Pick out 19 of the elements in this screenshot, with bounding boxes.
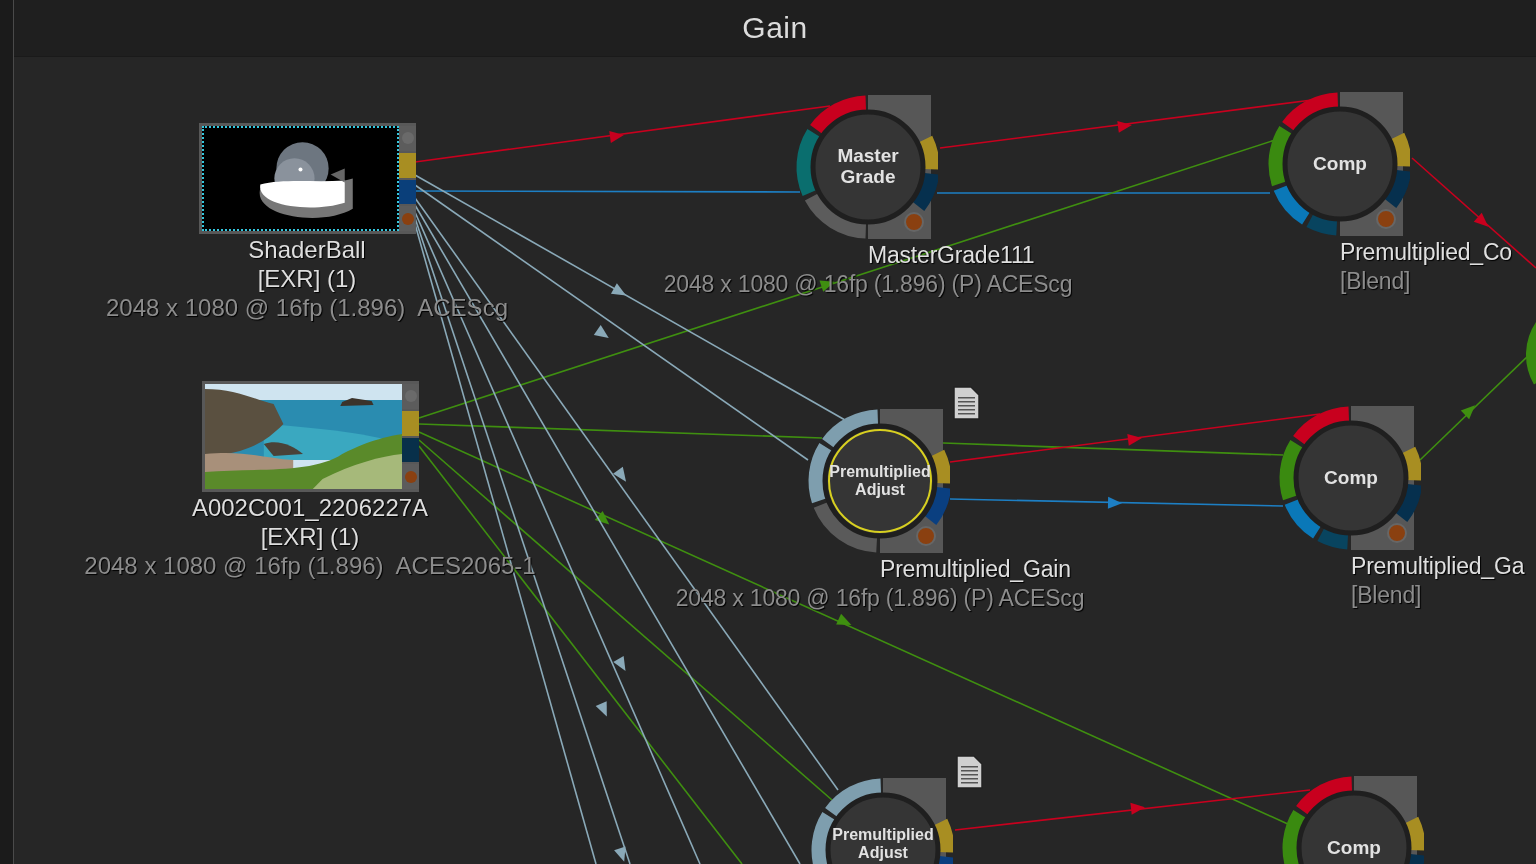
node-name: Premultiplied_Gain [880,556,1071,583]
node-format: [EXR] (1) [260,523,360,551]
node-name: ShaderBall [248,236,366,264]
node-name: Premultiplied_Ga [1351,553,1525,580]
node-name: Premultiplied_Co [1340,239,1512,266]
node-label: Premultiplied Adjust [831,826,935,862]
node-drawing[interactable] [1526,321,1536,384]
node-label: Master Grade [836,146,900,188]
node-name: A002C001_2206227A [191,494,429,522]
node-label: Comp [1323,467,1379,489]
node-label: Comp [1326,837,1382,859]
document-icon[interactable] [951,385,981,421]
node-type: [Blend] [1351,582,1422,609]
graph-title: Gain [742,11,808,45]
node-label: Comp [1312,153,1368,175]
document-icon[interactable] [954,754,984,790]
node-label: Premultiplied Adjust [828,463,932,499]
node-format: [EXR] (1) [257,265,357,293]
node-type: [Blend] [1340,268,1411,295]
